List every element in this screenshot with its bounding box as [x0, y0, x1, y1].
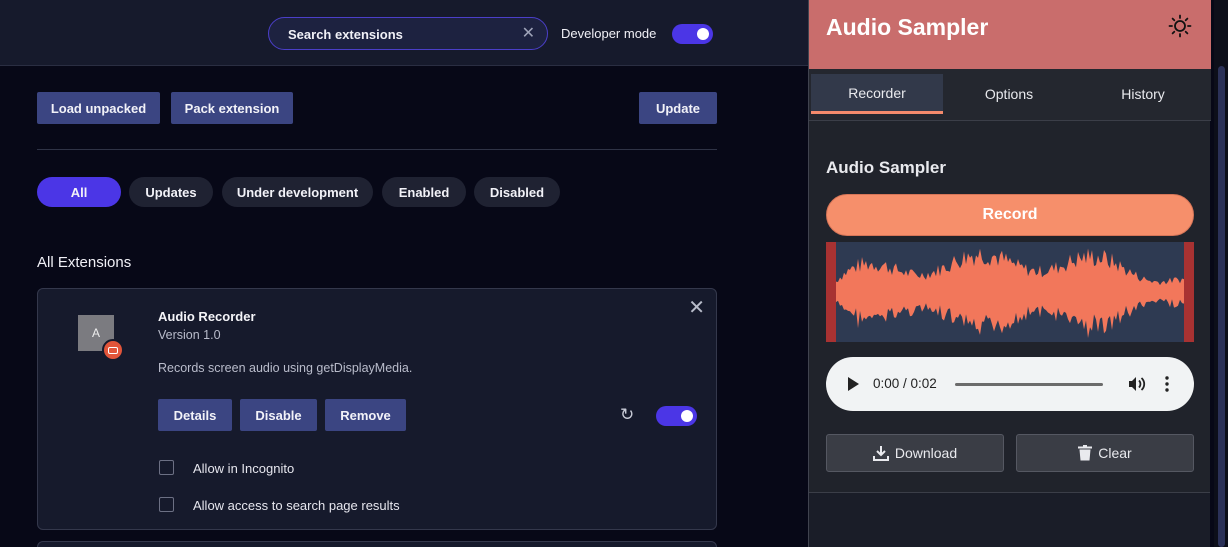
- extension-version: Version 1.0: [158, 328, 221, 342]
- recorder-panel: Audio Sampler Record 0:00 / 0:02 Downloa…: [809, 121, 1210, 493]
- page-scrollbar[interactable]: [1214, 0, 1228, 547]
- waveform-start-handle: [826, 242, 836, 342]
- more-options-icon[interactable]: [1164, 374, 1170, 394]
- trash-icon: [1078, 445, 1093, 461]
- clear-button[interactable]: Clear: [1016, 434, 1194, 472]
- download-label: Download: [894, 445, 958, 461]
- developer-mode-toggle[interactable]: [672, 24, 713, 44]
- search-access-label: Allow access to search page results: [193, 498, 400, 513]
- download-button[interactable]: Download: [826, 434, 1004, 472]
- download-icon: [872, 446, 889, 461]
- camera-badge-icon: [102, 339, 124, 361]
- waveform-end-handle: [1184, 242, 1194, 342]
- audio-time: 0:00 / 0:02: [873, 376, 937, 391]
- popup-tabs: Recorder Options History: [809, 69, 1211, 121]
- search-access-checkbox[interactable]: [159, 497, 174, 512]
- section-title: All Extensions: [37, 254, 132, 271]
- scrollbar-thumb[interactable]: [1218, 66, 1225, 547]
- filter-chip-disabled[interactable]: Disabled: [474, 177, 560, 207]
- extension-card: A Audio Recorder Version 1.0 Records scr…: [37, 288, 717, 530]
- filter-chip-enabled[interactable]: Enabled: [382, 177, 466, 207]
- disable-button[interactable]: Disable: [240, 399, 317, 431]
- volume-icon[interactable]: [1126, 374, 1146, 394]
- waveform[interactable]: [826, 242, 1194, 342]
- popup-title: Audio Sampler: [826, 14, 989, 40]
- panel-title: Audio Sampler: [826, 158, 946, 177]
- play-icon[interactable]: [848, 377, 859, 391]
- audio-player: 0:00 / 0:02: [826, 357, 1194, 411]
- filter-chip-under-development[interactable]: Under development: [222, 177, 373, 207]
- close-icon[interactable]: ✕: [522, 23, 535, 43]
- search-text: Search extensions: [288, 27, 403, 42]
- audio-progress-track[interactable]: [955, 383, 1103, 386]
- load-unpacked-button[interactable]: Load unpacked: [37, 92, 160, 124]
- waveform-shape: [836, 248, 1184, 338]
- tab-recorder[interactable]: Recorder: [811, 74, 943, 114]
- incognito-checkbox[interactable]: [159, 460, 174, 475]
- details-button[interactable]: Details: [158, 399, 232, 431]
- extension-enable-toggle[interactable]: [656, 406, 697, 426]
- filter-chip-all[interactable]: All: [37, 177, 121, 207]
- tab-options[interactable]: Options: [943, 74, 1075, 114]
- incognito-label: Allow in Incognito: [193, 461, 295, 476]
- extension-description: Records screen audio using getDisplayMed…: [158, 361, 413, 375]
- toggle-knob: [681, 410, 693, 422]
- extension-name: Audio Recorder: [158, 309, 256, 324]
- update-button[interactable]: Update: [639, 92, 717, 124]
- next-extension-card: [37, 541, 717, 547]
- remove-button[interactable]: Remove: [325, 399, 406, 431]
- close-icon[interactable]: ✕: [688, 295, 705, 320]
- reload-icon[interactable]: ↻: [620, 405, 634, 425]
- developer-mode-label: Developer mode: [561, 26, 657, 41]
- toggle-knob: [697, 28, 709, 40]
- filter-chip-updates[interactable]: Updates: [129, 177, 213, 207]
- pack-extension-button[interactable]: Pack extension: [171, 92, 293, 124]
- search-input[interactable]: Search extensions ✕: [268, 17, 548, 50]
- sun-icon[interactable]: [1168, 14, 1192, 38]
- top-bar: Search extensions ✕ Developer mode: [0, 0, 808, 66]
- divider: [37, 149, 717, 150]
- audio-sampler-popup: Audio Sampler Recorder Options History A…: [808, 0, 1211, 547]
- popup-header: Audio Sampler: [809, 0, 1211, 69]
- tab-history[interactable]: History: [1077, 74, 1209, 114]
- record-button[interactable]: Record: [826, 194, 1194, 236]
- clear-label: Clear: [1098, 445, 1132, 461]
